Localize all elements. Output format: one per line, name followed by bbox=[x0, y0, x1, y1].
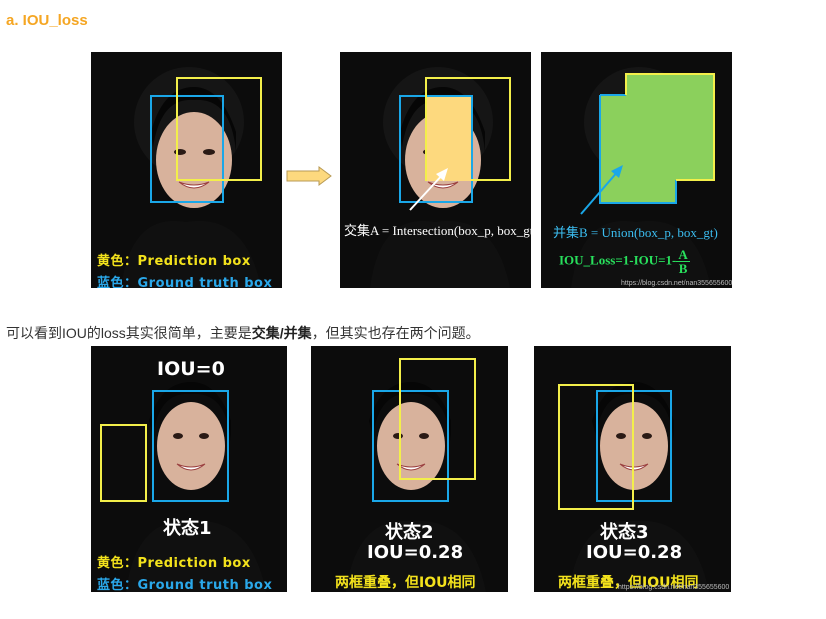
legend-prediction: 黄色：Prediction box bbox=[97, 254, 251, 269]
prediction-box bbox=[176, 77, 262, 181]
iou-zero-label: IOU=0 bbox=[157, 358, 225, 380]
state2-label: 状态2 bbox=[385, 522, 434, 543]
right-arrow-icon bbox=[286, 166, 332, 186]
union-panel: 并集B = Union(box_p, box_gt) IOU_Loss=1-IO… bbox=[541, 52, 732, 288]
state1-label: 状态1 bbox=[163, 518, 212, 539]
overlap-caption: 两框重叠，但IOU相同 bbox=[335, 575, 476, 591]
prediction-box bbox=[100, 424, 147, 502]
legend: 黄色：Prediction box 蓝色：Ground truth box bbox=[97, 552, 272, 592]
union-label: 并集B = Union(box_p, box_gt) bbox=[553, 225, 718, 240]
formula-fraction: AB bbox=[676, 247, 690, 276]
legend-ground-truth: 蓝色：Ground truth box bbox=[97, 276, 273, 288]
intersection-label: 交集A = Intersection(box_p, box_gt) bbox=[344, 223, 531, 238]
prediction-box bbox=[399, 358, 476, 480]
ground-truth-box bbox=[152, 390, 229, 502]
paragraph-bold: 交集/并集 bbox=[251, 325, 312, 341]
iou-value-label: IOU=0.28 bbox=[586, 542, 683, 563]
paragraph-text-2: ，但其实也存在两个问题。 bbox=[311, 325, 480, 341]
watermark: https://blog.csdn.net/nan355655600 bbox=[621, 280, 732, 287]
legend-prediction: 黄色：Prediction box bbox=[97, 556, 251, 571]
state3-label: 状态3 bbox=[600, 522, 649, 543]
pointer-arrow-icon bbox=[409, 168, 448, 211]
state3-panel: 状态3 IOU=0.28 两框重叠，但IOU相同 https://blog.cs… bbox=[534, 346, 731, 592]
state1-panel: IOU=0 状态1 黄色：Prediction box 蓝色：Ground tr… bbox=[91, 346, 287, 592]
formula-numerator: A bbox=[676, 247, 690, 262]
section-heading: a. IOU_loss bbox=[6, 12, 88, 29]
formula-denominator: B bbox=[678, 261, 688, 276]
formula-prefix: IOU_Loss=1-IOU=1- bbox=[559, 252, 677, 268]
state2-panel: 状态2 IOU=0.28 两框重叠，但IOU相同 bbox=[311, 346, 508, 592]
iou-loss-formula: IOU_Loss=1-IOU=1- A B bbox=[559, 248, 690, 275]
legend: 黄色：Prediction box 蓝色：Ground truth box bbox=[97, 250, 272, 288]
intersection-panel: 交集A = Intersection(box_p, box_gt) bbox=[340, 52, 531, 288]
paragraph-text-1: 可以看到IOU的loss其实很简单，主要是 bbox=[6, 325, 252, 341]
face-image-panel-1: 黄色：Prediction box 蓝色：Ground truth box bbox=[91, 52, 282, 288]
description-paragraph: 可以看到IOU的loss其实很简单，主要是交集/并集，但其实也存在两个问题。 bbox=[6, 323, 480, 343]
watermark: https://blog.csdn.net/nan355655600 bbox=[618, 584, 730, 591]
prediction-box bbox=[558, 384, 634, 510]
iou-value-label: IOU=0.28 bbox=[367, 542, 464, 563]
legend-ground-truth: 蓝色：Ground truth box bbox=[97, 578, 273, 592]
